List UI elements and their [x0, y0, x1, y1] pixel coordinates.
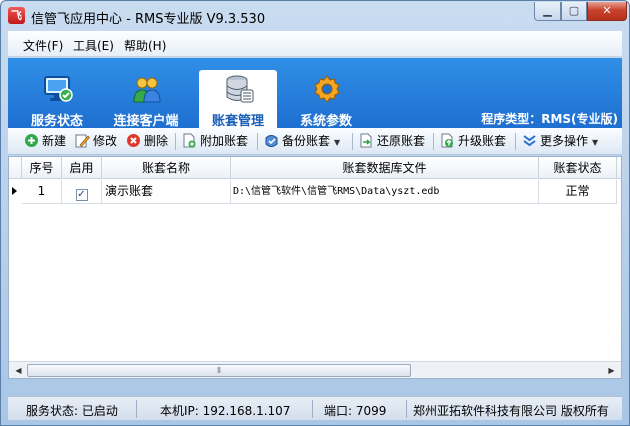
toolbar: 新建 修改 删除 附加账套 备份账套 ▼ 还原账套 升级账套 更多操作 ▼ — [8, 128, 622, 155]
database-icon — [226, 75, 254, 103]
app-window: 飞 信管飞应用中心 - RMS专业版 V9.3.530 ▁ ▢ ✕ 文件(F) … — [0, 0, 630, 426]
more-label: 更多操作 — [540, 134, 589, 148]
cell-account-name[interactable]: 演示账套 — [102, 180, 231, 204]
service-status: 服务状态: 已启动 — [26, 404, 118, 418]
toolbar-separator — [352, 133, 353, 150]
delete-button[interactable]: 删除 — [126, 132, 168, 151]
enabled-checkbox[interactable]: ✓ — [75, 189, 88, 201]
close-button[interactable]: ✕ — [587, 2, 627, 21]
minimize-icon: ▁ — [543, 4, 552, 17]
tab-system-parameters[interactable]: 系统参数 — [287, 70, 365, 129]
tab-account-management[interactable]: 账套管理 — [199, 70, 277, 129]
cell-status[interactable]: 正常 — [539, 180, 617, 204]
horizontal-scrollbar[interactable]: ◀ ⦀ ▶ — [9, 361, 621, 378]
attach-label: 附加账套 — [200, 134, 249, 148]
tab-label: 服务状态 — [30, 114, 83, 129]
window-title: 信管飞应用中心 - RMS专业版 V9.3.530 — [31, 12, 266, 27]
new-button[interactable]: 新建 — [24, 132, 66, 151]
program-type-label: 程序类型：RMS(专业版) — [481, 112, 618, 126]
scroll-right-arrow-icon[interactable]: ▶ — [603, 363, 620, 378]
cell-index[interactable]: 1 — [22, 180, 62, 204]
app-logo-icon: 飞 — [8, 7, 25, 24]
gear-icon — [314, 75, 340, 103]
upgrade-account-button[interactable]: 升级账套 — [440, 132, 506, 151]
close-icon: ✕ — [602, 4, 612, 17]
upgrade-label: 升级账套 — [458, 134, 507, 148]
edit-button[interactable]: 修改 — [75, 132, 117, 151]
menu-bar: 文件(F) 工具(E) 帮助(H) — [8, 31, 622, 57]
add-icon — [25, 134, 38, 147]
restore-icon — [360, 133, 372, 148]
local-ip: 本机IP: 192.168.1.107 — [160, 404, 291, 418]
column-header-database-file[interactable]: 账套数据库文件 — [231, 157, 539, 179]
backup-account-button[interactable]: 备份账套 ▼ — [264, 132, 340, 151]
pencil-icon — [75, 134, 90, 148]
tab-service-status[interactable]: 服务状态 — [18, 70, 96, 129]
status-separator — [406, 400, 407, 418]
minimize-button[interactable]: ▁ — [534, 2, 561, 21]
current-row-indicator-icon — [12, 187, 17, 195]
new-label: 新建 — [42, 134, 67, 148]
users-icon — [133, 77, 161, 103]
scrollbar-thumb[interactable]: ⦀ — [27, 364, 411, 377]
cell-enabled[interactable]: ✓ — [62, 180, 102, 204]
attach-account-button[interactable]: 附加账套 — [182, 132, 248, 151]
edit-label: 修改 — [93, 134, 118, 148]
tab-label: 账套管理 — [211, 114, 264, 129]
column-header-account-name[interactable]: 账套名称 — [102, 157, 231, 179]
double-chevron-down-icon — [523, 135, 536, 147]
more-actions-button[interactable]: 更多操作 ▼ — [522, 132, 598, 151]
toolbar-separator — [515, 133, 516, 150]
column-header-filler — [617, 157, 621, 179]
delete-icon — [127, 134, 140, 147]
toolbar-separator — [433, 133, 434, 150]
column-header-index[interactable]: 序号 — [22, 157, 62, 179]
delete-label: 删除 — [144, 134, 169, 148]
account-table: 序号 启用 账套名称 账套数据库文件 账套状态 1 ✓ 演示账套 D:\信管飞软… — [8, 156, 622, 379]
status-separator — [312, 400, 313, 418]
menu-tools[interactable]: 工具(E) — [73, 37, 114, 54]
menu-help[interactable]: 帮助(H) — [124, 37, 166, 54]
maximize-button[interactable]: ▢ — [561, 2, 587, 21]
restore-label: 还原账套 — [377, 134, 426, 148]
title-bar[interactable]: 飞 信管飞应用中心 - RMS专业版 V9.3.530 ▁ ▢ ✕ — [1, 1, 629, 31]
dropdown-caret-icon: ▼ — [592, 138, 599, 147]
row-header-corner — [9, 157, 22, 179]
column-header-enabled[interactable]: 启用 — [62, 157, 102, 179]
menu-file[interactable]: 文件(F) — [23, 37, 63, 54]
toolbar-separator — [257, 133, 258, 150]
attach-document-icon — [183, 133, 196, 148]
tab-label: 系统参数 — [299, 114, 352, 129]
copyright: 郑州亚拓软件科技有限公司 版权所有 — [413, 404, 609, 418]
restore-account-button[interactable]: 还原账套 — [359, 132, 425, 151]
maximize-icon: ▢ — [568, 4, 580, 17]
dropdown-caret-icon: ▼ — [334, 138, 341, 147]
upgrade-icon — [441, 133, 453, 148]
cell-database-file[interactable]: D:\信管飞软件\信管飞RMS\Data\yszt.edb — [231, 180, 539, 204]
backup-label: 备份账套 — [282, 134, 331, 148]
monitor-icon — [44, 76, 73, 102]
port: 端口: 7099 — [324, 404, 387, 418]
scroll-left-arrow-icon[interactable]: ◀ — [10, 363, 27, 378]
status-bar: 服务状态: 已启动 本机IP: 192.168.1.107 端口: 7099 郑… — [8, 396, 622, 420]
column-header-status[interactable]: 账套状态 — [539, 157, 617, 179]
status-separator — [136, 400, 137, 418]
tab-label: 连接客户端 — [113, 114, 179, 129]
backup-icon — [265, 135, 278, 147]
main-tab-band: 服务状态 连接客户端 账套管理 系统参数 程序类型：RMS(专业版) — [8, 58, 622, 129]
toolbar-separator — [175, 133, 176, 150]
tab-connected-clients[interactable]: 连接客户端 — [107, 70, 185, 129]
